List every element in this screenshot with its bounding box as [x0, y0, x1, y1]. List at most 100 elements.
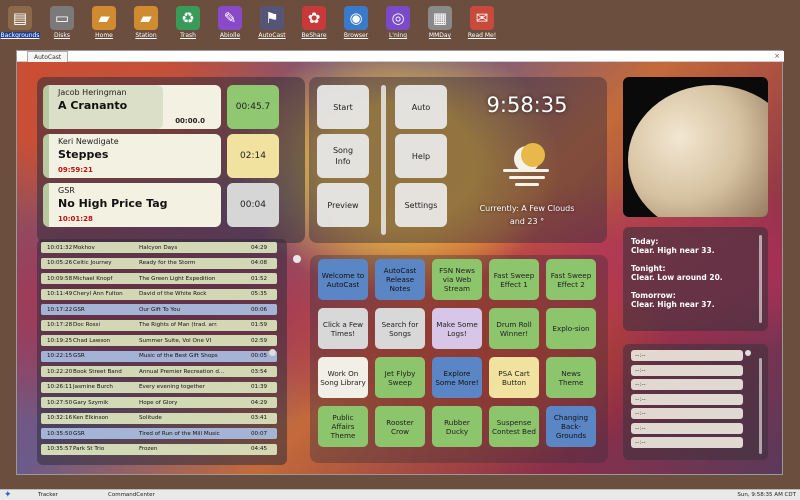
clock: 9:58:35: [486, 93, 568, 117]
log-artist: Gary Szymik: [73, 399, 109, 406]
log-row[interactable]: 10:05:26 Celtic Journey Ready for the Stor…: [41, 257, 277, 269]
cart-button[interactable]: Jet Flyby Sweep: [375, 357, 425, 398]
desktop-icon-l-ning[interactable]: ◎ L'ning: [378, 0, 418, 46]
desktop-icon-label: Browser: [343, 32, 369, 39]
cart-button[interactable]: FSN News via Web Stream: [432, 259, 482, 300]
desktop-icon-browser[interactable]: ◉ Browser: [336, 0, 376, 46]
desktop-icon-home[interactable]: ▰ Home: [84, 0, 124, 46]
forecast-summary: Clear. High near 33.: [631, 246, 715, 255]
cart-button[interactable]: Explore Some More!: [432, 357, 482, 398]
cart-button[interactable]: News Theme: [546, 357, 596, 398]
queue-item[interactable]: --:--: [631, 350, 743, 361]
desktop-icon-autocast[interactable]: ⚑ AutoCast: [252, 0, 292, 46]
now-playing-knob[interactable]: [293, 255, 301, 263]
desktop-icon-label: Station: [135, 32, 157, 39]
control-panel: Start Song Info Preview Auto Help Settin…: [309, 77, 607, 243]
log-row[interactable]: 10:35:57 Park St Trio Frozen 04:45: [41, 443, 277, 455]
cart-button[interactable]: Rooster Crow: [375, 406, 425, 447]
cart-button[interactable]: Suspense Contest Bed: [489, 406, 539, 447]
desktop-glyph-icon: ◉: [344, 6, 368, 30]
desktop-icon-label: Read Me!: [467, 32, 497, 39]
log-duration: 03:41: [251, 415, 268, 421]
track-artist: Keri Newdigate: [58, 137, 119, 146]
cart-button[interactable]: Welcome to AutoCast: [318, 259, 368, 300]
track-timer[interactable]: 02:14: [227, 134, 279, 178]
now-playing-card[interactable]: GSR No High Price Tag 10:01:28: [43, 183, 221, 227]
log-row[interactable]: 10:27:50 Gary Szymik Hope of Glory 04:29: [41, 397, 277, 408]
cart-button[interactable]: Search for Songs: [375, 308, 425, 349]
queue-item[interactable]: --:--: [631, 422, 743, 434]
cart-button[interactable]: Click a Few Times!: [318, 308, 368, 349]
now-playing-card[interactable]: Keri Newdigate Steppes 09:59:21: [43, 134, 221, 178]
log-title: Music of the Best Gift Shops: [139, 353, 218, 359]
desktop-icon-station[interactable]: ▰ Station: [126, 0, 166, 46]
queue-item[interactable]: --:--: [631, 379, 743, 390]
desktop-icon-beshare[interactable]: ✿ BeShare: [294, 0, 334, 46]
help-button[interactable]: Help: [395, 134, 447, 178]
log-time: 10:05:26: [47, 260, 73, 266]
desktop-icon-mmday[interactable]: ▦ MMDay: [420, 0, 460, 46]
queue-item[interactable]: --:--: [631, 408, 743, 419]
log-row[interactable]: 10:26:11 Jasmine Burch Every evening toget…: [41, 381, 277, 393]
queue-slider-knob[interactable]: [745, 350, 751, 356]
cart-button[interactable]: Drum Roll Winner!: [489, 308, 539, 349]
desktop-icon-abiolle[interactable]: ✎ Abiolle: [210, 0, 250, 46]
preview-button[interactable]: Preview: [317, 183, 369, 227]
log-time: 10:19:25: [47, 337, 73, 344]
log-row[interactable]: 10:22:20 Book Street Band Annual Premier R…: [41, 366, 277, 377]
start-button[interactable]: Start: [317, 85, 369, 129]
settings-button[interactable]: Settings: [395, 183, 447, 227]
log-row[interactable]: 10:01:32 Mokhov Halcyon Days 04:29: [41, 242, 277, 253]
log-title: David of the White Rock: [139, 291, 207, 297]
log-title: Halcyon Days: [139, 244, 178, 251]
cart-button[interactable]: Fast Sweep Effect 2: [546, 259, 596, 300]
log-duration: 02:59: [251, 337, 268, 344]
cart-button[interactable]: AutoCast Release Notes: [375, 259, 425, 300]
log-scroll-knob[interactable]: [269, 349, 276, 356]
desktop-icon-disks[interactable]: ▭ Disks: [42, 0, 82, 46]
cart-button[interactable]: PSA Cart Button: [489, 357, 539, 398]
queue-item[interactable]: --:--: [631, 393, 743, 405]
playlist-log: 10:01:32 Mokhov Halcyon Days 04:29 10:05:26 C…: [37, 239, 287, 465]
queue-item[interactable]: --:--: [631, 364, 743, 376]
log-duration: 04:08: [251, 260, 268, 266]
now-playing-card[interactable]: Jacob Heringman A Crananto 00:00.0: [43, 85, 221, 129]
desktop-icon-bar: ▤ Backgrounds ▭ Disks ▰ Home ▰ Station ♻ Trash ✎ Ab…: [0, 0, 800, 48]
cart-button[interactable]: Rubber Ducky: [432, 406, 482, 447]
track-timer[interactable]: 00:04: [227, 183, 279, 227]
log-title: Our Gift To You: [139, 306, 181, 313]
close-icon[interactable]: ×: [774, 51, 780, 62]
cart-button[interactable]: Fast Sweep Effect 1: [489, 259, 539, 300]
taskbar-item-tracker[interactable]: Tracker: [34, 491, 62, 500]
song-info-button[interactable]: Song Info: [317, 134, 369, 178]
start-menu-icon[interactable]: ✦: [4, 491, 28, 500]
log-row[interactable]: 10:35:50 GSR Tired of Run of the Mill Musi…: [41, 428, 277, 439]
track-timer[interactable]: 00:45.7: [227, 85, 279, 129]
log-row[interactable]: 10:22:15 GSR Music of the Best Gift Shops 0…: [41, 350, 277, 362]
queue-item[interactable]: --:--: [631, 437, 743, 448]
cart-button[interactable]: Changing Back-Grounds: [546, 406, 596, 447]
queue-scrollbar[interactable]: [759, 358, 762, 454]
forecast-scrollbar[interactable]: [759, 235, 762, 323]
cart-button[interactable]: Explo-sion: [546, 308, 596, 349]
log-duration: 00:06: [251, 306, 268, 313]
log-row[interactable]: 10:32:16 Ken Elkinson Solitude 03:41: [41, 412, 277, 424]
log-row[interactable]: 10:11:49 Cheryl Ann Fulton David of the Wh…: [41, 288, 277, 300]
log-title: The Rights of Man (trad. arr.: [139, 322, 218, 328]
log-row[interactable]: 10:19:25 Chad Lawson Summer Suite, Vol One…: [41, 335, 277, 346]
window-tab-autocast[interactable]: AutoCast: [27, 51, 69, 62]
cart-button[interactable]: Work On Song Library: [318, 357, 368, 398]
taskbar-item-commandcenter[interactable]: CommandCenter: [104, 491, 159, 500]
log-row[interactable]: 10:17:28 Doc Rossi The Rights of Man (trad…: [41, 319, 277, 331]
desktop-icon-read-me-[interactable]: ✉ Read Me!: [462, 0, 502, 46]
track-artist: GSR: [58, 186, 75, 195]
forecast-panel: Today: Clear. High near 33. Tonight: Clear.…: [623, 227, 768, 331]
volume-slider[interactable]: [381, 85, 386, 235]
desktop-icon-backgrounds[interactable]: ▤ Backgrounds: [0, 0, 41, 46]
auto-button[interactable]: Auto: [395, 85, 447, 129]
cart-button[interactable]: Make Some Logs!: [432, 308, 482, 349]
desktop-icon-trash[interactable]: ♻ Trash: [168, 0, 208, 46]
log-row[interactable]: 10:17:22 GSR Our Gift To You 00:06: [41, 304, 277, 315]
cart-button[interactable]: Public Affairs Theme: [318, 406, 368, 447]
log-row[interactable]: 10:09:58 Michael Knopf The Green Light Exp…: [41, 273, 277, 284]
